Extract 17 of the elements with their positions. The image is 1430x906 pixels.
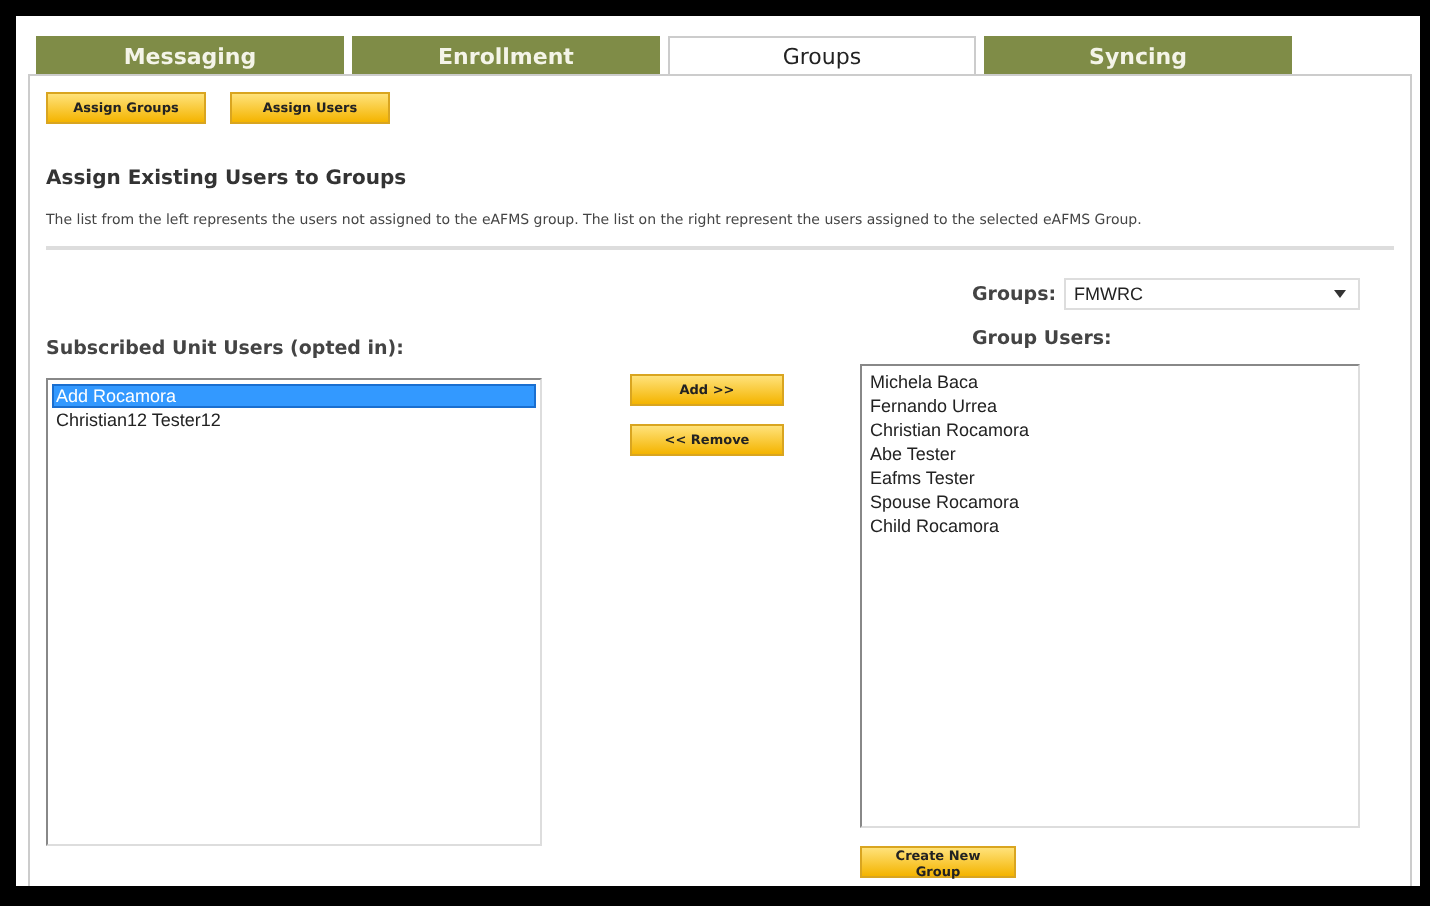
list-item[interactable]: Eafms Tester — [866, 466, 1354, 490]
users-listbox[interactable]: Add Rocamora Christian12 Tester12 — [46, 378, 542, 846]
list-label: Group Users: — [972, 328, 1114, 350]
section-heading: Assign Existing Users to Groups — [46, 168, 409, 190]
list-label: Subscribed Unit Users (opted in): — [46, 338, 406, 360]
list-item[interactable]: Christian12 Tester12 — [52, 408, 536, 432]
list-item[interactable]: Michela Baca — [866, 370, 1354, 394]
dropdown-caret-icon — [1334, 290, 1346, 298]
group-users-listbox[interactable]: Michela Baca Fernando Urrea Christian Rocamora Abe Tester Eafms Tester Spouse Rocamora Child Rocamora — [860, 364, 1360, 828]
list-item[interactable]: Abe Tester — [866, 442, 1354, 466]
list-item[interactable]: Spouse Rocamora — [866, 490, 1354, 514]
list-item[interactable]: Fernando Urrea — [866, 394, 1354, 418]
list-item[interactable]: Child Rocamora — [866, 514, 1354, 538]
groups-label: Groups: — [972, 283, 1057, 305]
list-item[interactable]: Christian Rocamora — [866, 418, 1354, 442]
tab[interactable]: Groups — [668, 36, 976, 74]
groups-dropdown[interactable]: FMWRC — [1064, 278, 1360, 310]
